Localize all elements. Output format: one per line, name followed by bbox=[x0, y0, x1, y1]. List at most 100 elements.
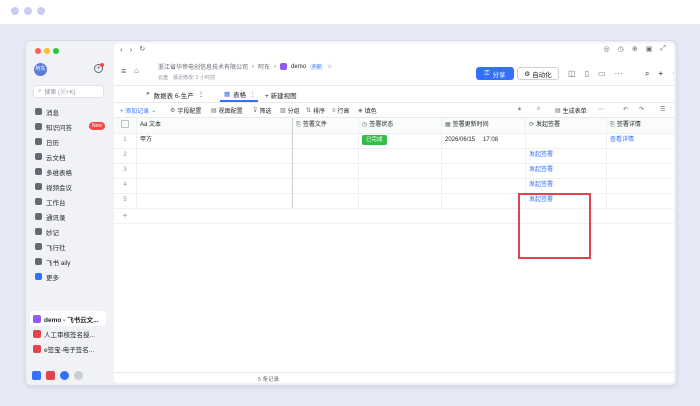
sort-button[interactable]: ⇅ 排序 bbox=[306, 106, 325, 115]
cell-detail[interactable] bbox=[606, 163, 674, 178]
view-detail-link[interactable]: 查看详情 bbox=[610, 137, 634, 143]
cell-status[interactable] bbox=[358, 163, 441, 178]
table-row[interactable]: 3 发起签署 bbox=[114, 163, 674, 179]
column-divider[interactable] bbox=[136, 133, 137, 148]
cell-text[interactable] bbox=[136, 148, 292, 163]
column-divider[interactable] bbox=[292, 193, 293, 208]
column-divider[interactable] bbox=[525, 118, 526, 133]
cell-time[interactable] bbox=[441, 178, 525, 193]
sidebar-item[interactable]: 妙记 bbox=[33, 224, 105, 239]
column-header[interactable]: ⟳ 发起签署 bbox=[525, 118, 606, 133]
close-dot[interactable] bbox=[35, 48, 41, 54]
maximize-dot[interactable] bbox=[53, 48, 59, 54]
column-divider[interactable] bbox=[136, 178, 137, 193]
doc-title[interactable]: demo bbox=[291, 64, 306, 70]
cell-status[interactable] bbox=[358, 193, 441, 208]
table-row[interactable]: 4 发起签署 bbox=[114, 178, 674, 194]
cell-file[interactable] bbox=[292, 133, 358, 148]
create-icon[interactable]: + bbox=[94, 63, 104, 73]
initiate-sign-button[interactable]: 发起签署 bbox=[529, 152, 553, 158]
automation-button[interactable]: ⚙ 自动化 bbox=[517, 67, 559, 80]
column-divider[interactable] bbox=[441, 118, 442, 133]
filter-button[interactable]: ⊽ 筛选 bbox=[253, 106, 271, 115]
sidebar-item[interactable]: 日历 bbox=[33, 134, 105, 149]
sidebar-item[interactable]: 知识问答 New bbox=[33, 119, 105, 134]
column-divider[interactable] bbox=[292, 118, 293, 133]
initiate-sign-button[interactable]: 发起签署 bbox=[529, 167, 553, 173]
sidebar-item[interactable]: 消息 bbox=[33, 104, 105, 119]
column-divider[interactable] bbox=[525, 163, 526, 178]
refresh-icon[interactable]: ↻ bbox=[139, 45, 145, 54]
column-header[interactable]: ◷ 签署状态 bbox=[358, 118, 441, 133]
home-icon[interactable]: ⌂ bbox=[134, 66, 139, 75]
more-dots-icon[interactable] bbox=[74, 371, 83, 380]
share-button[interactable]: ⚿ 分享 bbox=[476, 67, 514, 80]
cell-file[interactable] bbox=[292, 193, 358, 208]
ai-sparkle-icon[interactable]: ✧ bbox=[672, 69, 674, 79]
new-view-button[interactable]: + 新建视图 bbox=[265, 90, 297, 100]
group-button[interactable]: ▥ 分组 bbox=[280, 106, 300, 115]
tab-menu-icon[interactable]: ⋮ bbox=[249, 90, 256, 98]
tab-icon[interactable]: ▣ bbox=[646, 45, 653, 53]
minimize-dot[interactable] bbox=[44, 48, 50, 54]
record-count[interactable]: 5 条记录 bbox=[258, 375, 279, 383]
search-doc-icon[interactable]: ⌕ bbox=[645, 69, 649, 79]
column-divider[interactable] bbox=[136, 163, 137, 178]
cell-detail[interactable] bbox=[606, 193, 674, 208]
column-divider[interactable] bbox=[292, 163, 293, 178]
help-icon[interactable]: ◎ bbox=[604, 45, 610, 53]
cell-time[interactable] bbox=[441, 148, 525, 163]
column-header[interactable]: ⎘ 签署详情 bbox=[606, 118, 674, 133]
sidebar-item[interactable]: 云文档 bbox=[33, 149, 105, 164]
search-input[interactable]: ⌕ 搜索 (⌘+K) bbox=[33, 85, 104, 98]
comment-icon[interactable]: ▭ bbox=[598, 69, 606, 78]
add-record-button[interactable]: + 添加记录 ⌄ bbox=[120, 106, 156, 115]
sidebar-item[interactable]: 飞行社 bbox=[33, 239, 105, 254]
add-row-icon[interactable]: + bbox=[114, 208, 136, 223]
column-divider[interactable] bbox=[441, 133, 442, 148]
cell-time[interactable] bbox=[441, 163, 525, 178]
column-divider[interactable] bbox=[136, 148, 137, 163]
table-row[interactable]: 2 发起签署 bbox=[114, 148, 674, 164]
column-divider[interactable] bbox=[525, 133, 526, 148]
cell-file[interactable] bbox=[292, 148, 358, 163]
recent-doc-item[interactable]: e签宝-电子签名... bbox=[30, 341, 106, 356]
column-divider[interactable] bbox=[606, 163, 607, 178]
column-divider[interactable] bbox=[292, 148, 293, 163]
download-icon[interactable]: ⊕ bbox=[632, 45, 638, 53]
breadcrumb-company[interactable]: 浙江省华帝电创信息技术有限公司 bbox=[158, 62, 248, 71]
cell-text[interactable] bbox=[136, 193, 292, 208]
toggle-panel-button[interactable]: ☰ bbox=[660, 106, 665, 113]
initiate-sign-button[interactable]: 发起签署 bbox=[529, 182, 553, 188]
cell-status[interactable]: 已完成 bbox=[358, 133, 441, 148]
column-divider[interactable] bbox=[441, 148, 442, 163]
sidebar-item[interactable]: 多维表格 bbox=[33, 164, 105, 179]
search-table-button[interactable]: ⌕ bbox=[537, 106, 540, 113]
column-divider[interactable] bbox=[441, 178, 442, 193]
column-divider[interactable] bbox=[358, 163, 359, 178]
column-divider[interactable] bbox=[525, 148, 526, 163]
column-header[interactable]: ▦ 签署更新时间 bbox=[441, 118, 525, 133]
table-switcher[interactable]: » 数据表 6-生产 ⋮ bbox=[146, 90, 204, 100]
traffic-lights[interactable] bbox=[35, 48, 59, 54]
column-divider[interactable] bbox=[441, 163, 442, 178]
recent-doc-item[interactable]: demo - 飞书云文... bbox=[30, 311, 106, 326]
lightbulb-button[interactable]: ✶ bbox=[517, 106, 522, 113]
menu-icon[interactable]: ≡ bbox=[121, 66, 126, 76]
column-header[interactable]: ⎘ 签署文件 bbox=[292, 118, 358, 133]
column-divider[interactable] bbox=[358, 148, 359, 163]
table-more-icon[interactable]: ⋮ bbox=[198, 90, 205, 100]
column-divider[interactable] bbox=[606, 148, 607, 163]
cell-text[interactable] bbox=[136, 178, 292, 193]
cell-text[interactable]: 甲方 bbox=[136, 133, 292, 148]
expand-icon[interactable]: ⤢ bbox=[660, 45, 666, 53]
history-icon[interactable]: ◷ bbox=[618, 45, 624, 53]
column-divider[interactable] bbox=[441, 193, 442, 208]
cell-detail[interactable]: 查看详情 bbox=[606, 133, 674, 148]
cell-action[interactable] bbox=[525, 133, 606, 148]
add-icon[interactable]: + bbox=[658, 69, 663, 79]
column-divider[interactable] bbox=[136, 193, 137, 208]
cell-time[interactable]: 2026/06/15 17:08 bbox=[441, 133, 525, 148]
column-divider[interactable] bbox=[525, 178, 526, 193]
cell-status[interactable] bbox=[358, 148, 441, 163]
